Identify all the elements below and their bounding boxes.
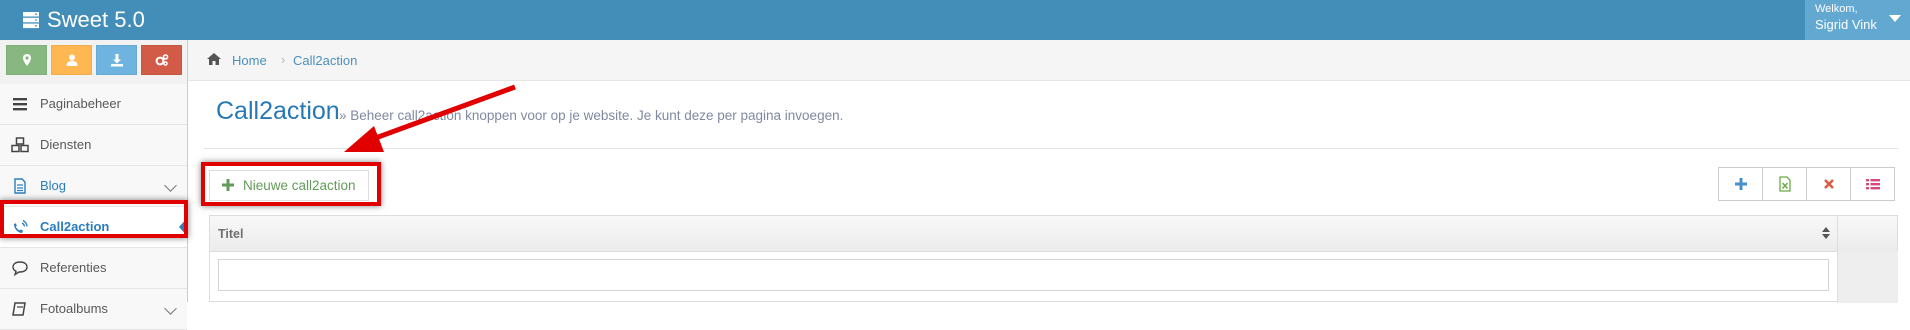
breadcrumb-home-link[interactable]: Home	[232, 53, 267, 68]
shortcut-map-button[interactable]	[6, 45, 47, 75]
table-header: Titel	[210, 216, 1897, 252]
user-icon	[66, 54, 77, 66]
annotation-arrow-icon	[344, 84, 516, 152]
user-welcome: Welkom,	[1815, 3, 1858, 15]
user-name: Sigrid Vink	[1815, 17, 1877, 32]
times-icon	[1823, 179, 1834, 189]
home-icon	[207, 53, 221, 65]
cogs-icon	[155, 54, 168, 66]
highlight-box-sidebar	[0, 200, 188, 238]
breadcrumb: Home › Call2action	[188, 40, 1910, 81]
breadcrumb-current: Call2action	[293, 53, 358, 68]
app-title: Sweet 5.0	[47, 7, 145, 32]
sidebar-item-label: Blog	[40, 178, 67, 193]
file-text-icon	[14, 178, 26, 194]
actions-column	[1838, 251, 1898, 303]
sidebar-item-label: Diensten	[40, 137, 92, 152]
chevron-down-icon	[1889, 15, 1901, 22]
sidebar-item-label: Paginabeheer	[40, 96, 121, 111]
chevron-down-icon	[164, 302, 177, 315]
chevron-down-icon	[164, 179, 177, 192]
plus-icon	[1734, 178, 1747, 190]
column-header-titel[interactable]: Titel	[218, 227, 243, 241]
user-menu[interactable]: Welkom, Sigrid Vink	[1805, 0, 1910, 40]
breadcrumb-separator: ›	[281, 52, 286, 67]
list-icon	[1865, 179, 1880, 190]
sidebar-item-diensten[interactable]: Diensten	[0, 125, 187, 166]
brand[interactable]: Sweet 5.0	[22, 6, 145, 34]
title-filter-input[interactable]	[218, 259, 1829, 291]
map-marker-icon	[22, 54, 31, 66]
call2action-table: Titel	[209, 215, 1898, 303]
shortcut-download-button[interactable]	[96, 45, 137, 75]
toolbar-export-excel-button[interactable]	[1762, 167, 1807, 201]
sort-icon[interactable]	[1821, 225, 1831, 241]
sidebar-item-paginabeheer[interactable]: Paginabeheer	[0, 84, 187, 125]
toolbar-add-button[interactable]	[1718, 167, 1763, 201]
server-icon	[23, 12, 39, 29]
bars-icon	[13, 98, 27, 111]
highlight-box-button	[201, 162, 381, 206]
toolbar-columns-button[interactable]	[1850, 167, 1895, 201]
shortcut-settings-button[interactable]	[141, 45, 182, 75]
sidebar-item-referenties[interactable]: Referenties	[0, 248, 187, 289]
page-title: Call2action	[216, 97, 340, 125]
sidebar-shortcuts	[6, 45, 182, 75]
sidebar-item-label: Referenties	[40, 260, 107, 275]
comment-icon	[12, 261, 28, 276]
book-icon	[12, 302, 26, 316]
top-navbar: Sweet 5.0 Welkom, Sigrid Vink	[0, 0, 1910, 40]
sidebar-item-label: Fotoalbums	[40, 301, 108, 316]
cubes-icon	[11, 137, 29, 153]
download-icon	[110, 54, 123, 67]
sidebar-item-fotoalbums[interactable]: Fotoalbums	[0, 289, 187, 330]
shortcut-user-button[interactable]	[51, 45, 92, 75]
table-toolbar	[1718, 167, 1895, 201]
toolbar-delete-button[interactable]	[1806, 167, 1851, 201]
file-excel-icon	[1778, 176, 1791, 192]
sidebar: Paginabeheer Diensten Blog Call2action R…	[0, 40, 188, 330]
